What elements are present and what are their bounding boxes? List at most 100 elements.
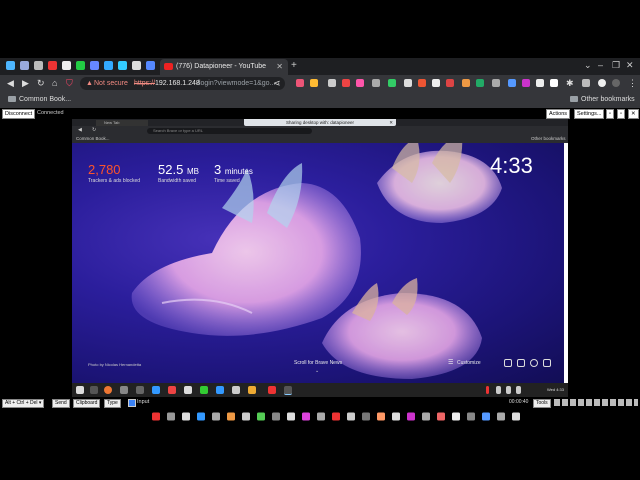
host-taskbar-app-icon[interactable] [197, 412, 205, 421]
host-taskbar-app-icon[interactable] [287, 412, 295, 421]
video-icon[interactable] [543, 359, 551, 367]
brave-icon[interactable] [168, 386, 176, 394]
taskbar-app-icon[interactable] [90, 386, 98, 394]
extension-icon[interactable] [342, 79, 350, 87]
extension-icon[interactable] [432, 79, 440, 87]
tray-icon[interactable] [506, 386, 511, 394]
host-taskbar-app-icon[interactable] [242, 412, 250, 421]
reload-icon[interactable]: ↻ [37, 78, 45, 89]
host-taskbar-app-icon[interactable] [422, 412, 430, 421]
host-taskbar-app-icon[interactable] [392, 412, 400, 421]
active-tab[interactable]: (776) Datapioneer - YouTube ✕ [160, 59, 288, 75]
host-taskbar-app-icon[interactable] [437, 412, 445, 421]
close-window-icon[interactable]: ✕ [626, 60, 634, 71]
tools-button[interactable]: Tools [533, 399, 551, 408]
host-taskbar-app-icon[interactable] [482, 412, 490, 421]
extension-icon[interactable] [476, 79, 484, 87]
tray-icon[interactable] [516, 386, 521, 394]
remote-bookmark-folder[interactable]: Common Book... [76, 136, 110, 141]
reload-icon[interactable]: ↻ [92, 127, 96, 133]
extensions-puzzle-icon[interactable]: ✱ [566, 78, 574, 89]
host-taskbar-app-icon[interactable] [452, 412, 460, 421]
host-taskbar-app-icon[interactable] [347, 412, 355, 421]
host-taskbar-app-icon[interactable] [212, 412, 220, 421]
host-taskbar-app-icon[interactable] [362, 412, 370, 421]
host-taskbar-app-icon[interactable] [317, 412, 325, 421]
host-taskbar-app-icon[interactable] [182, 412, 190, 421]
extension-icon[interactable] [356, 79, 364, 87]
key-combo-select[interactable]: Alt + Ctrl + Del ▾ [2, 399, 45, 408]
tab-icon[interactable] [76, 61, 85, 70]
extension-icon[interactable] [462, 79, 470, 87]
tab-icon[interactable] [34, 61, 43, 70]
host-taskbar-app-icon[interactable] [407, 412, 415, 421]
taskbar-app-icon[interactable] [232, 386, 240, 394]
extension-icon[interactable] [388, 79, 396, 87]
brave-shields-icon[interactable]: ⛉ [66, 78, 73, 89]
customize-icon[interactable]: ☰ [448, 359, 453, 366]
tab-icon[interactable] [104, 61, 113, 70]
extension-icon[interactable] [404, 79, 412, 87]
tab-icon[interactable] [48, 61, 57, 70]
host-taskbar-app-icon[interactable] [467, 412, 475, 421]
host-taskbar-app-icon[interactable] [302, 412, 310, 421]
extension-icon[interactable] [418, 79, 426, 87]
extension-icon[interactable] [550, 79, 558, 87]
extension-icon[interactable] [328, 79, 336, 87]
history-icon[interactable] [530, 359, 538, 367]
tray-icon[interactable] [496, 386, 501, 394]
clipboard-button[interactable]: Clipboard [73, 399, 101, 408]
taskbar-app-icon[interactable] [284, 386, 292, 395]
tab-icon[interactable] [146, 61, 155, 70]
host-taskbar-app-icon[interactable] [332, 412, 340, 421]
extension-icon[interactable] [536, 79, 544, 87]
send-button[interactable]: Send [52, 399, 70, 408]
chevron-down-icon[interactable]: ⌄ [315, 368, 319, 374]
disconnect-button[interactable]: Disconnect [2, 109, 36, 119]
photo-credit[interactable]: Photo by Nicolas Hernandetta [88, 362, 141, 367]
menu-icon[interactable]: ⋮ [628, 78, 637, 89]
remote-bookmark-folder[interactable]: Other bookmarks [531, 136, 566, 141]
host-taskbar-icons[interactable] [150, 411, 528, 422]
tab-icon[interactable] [6, 61, 15, 70]
google-icon[interactable] [598, 79, 606, 87]
taskbar-app-icon[interactable] [248, 386, 256, 394]
avatar[interactable] [612, 79, 620, 87]
back-icon[interactable]: ◀ [7, 78, 14, 89]
bookmark-folder-common[interactable]: Common Book... [8, 96, 71, 103]
close-icon[interactable]: ✕ [628, 109, 639, 119]
back-icon[interactable]: ◀ [78, 127, 82, 133]
host-taskbar-app-icon[interactable] [167, 412, 175, 421]
input-checkbox[interactable] [128, 399, 136, 407]
restore-icon[interactable]: ▫ [617, 109, 625, 119]
taskbar-app-icon[interactable] [268, 386, 276, 394]
host-taskbar-app-icon[interactable] [227, 412, 235, 421]
home-icon[interactable]: ⌂ [52, 78, 57, 88]
type-button[interactable]: Type [104, 399, 121, 408]
extension-icon[interactable] [446, 79, 454, 87]
taskbar-app-icon[interactable] [184, 386, 192, 394]
remote-scrollbar[interactable] [564, 143, 568, 383]
host-taskbar-app-icon[interactable] [257, 412, 265, 421]
close-icon[interactable]: ✕ [389, 119, 393, 126]
tray-icon[interactable] [486, 386, 489, 394]
settings-icon[interactable] [504, 359, 512, 367]
host-taskbar-app-icon[interactable] [512, 412, 520, 421]
host-taskbar-app-icon[interactable] [377, 412, 385, 421]
taskbar-app-icon[interactable] [216, 386, 224, 394]
taskbar-app-icon[interactable] [152, 386, 160, 394]
share-icon[interactable]: ⋖ [273, 78, 281, 89]
remote-screen[interactable]: New Tab Sharing desktop with: datapionee… [72, 119, 568, 397]
extension-icon[interactable] [522, 79, 530, 87]
address-bar[interactable]: ▲ Not secure https:// 192.168.1.248 /log… [80, 77, 285, 90]
settings-button[interactable]: Settings... [574, 109, 605, 119]
extension-icon[interactable] [508, 79, 516, 87]
extension-icon[interactable] [310, 79, 318, 87]
new-tab-icon[interactable]: + [291, 60, 297, 71]
host-taskbar-app-icon[interactable] [152, 412, 160, 421]
taskbar-app-icon[interactable] [200, 386, 208, 394]
scroll-for-news[interactable]: Scroll for Brave News [294, 360, 342, 366]
forward-icon[interactable]: ▶ [22, 78, 29, 89]
customize-button[interactable]: Customize [457, 360, 481, 366]
minimize-icon[interactable]: ▫ [606, 109, 614, 119]
